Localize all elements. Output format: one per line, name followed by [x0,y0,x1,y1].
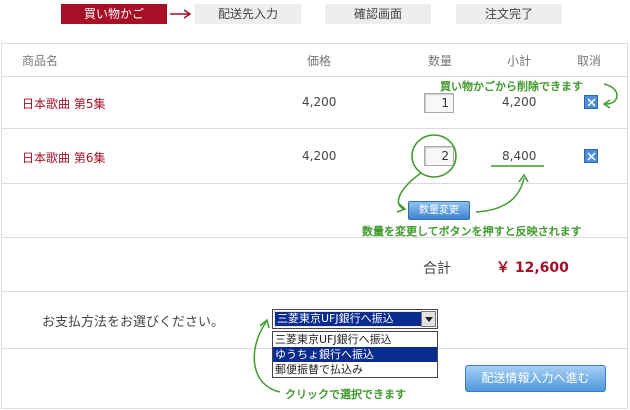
annotation-arrow-icon [397,172,422,210]
annotation-arrow-icon [475,177,525,213]
annotation-arrow-icon [253,321,281,393]
annotation-arrow-icon [603,83,618,105]
annotation-overlay [253,83,618,393]
highlight-circle-icon [411,134,457,178]
